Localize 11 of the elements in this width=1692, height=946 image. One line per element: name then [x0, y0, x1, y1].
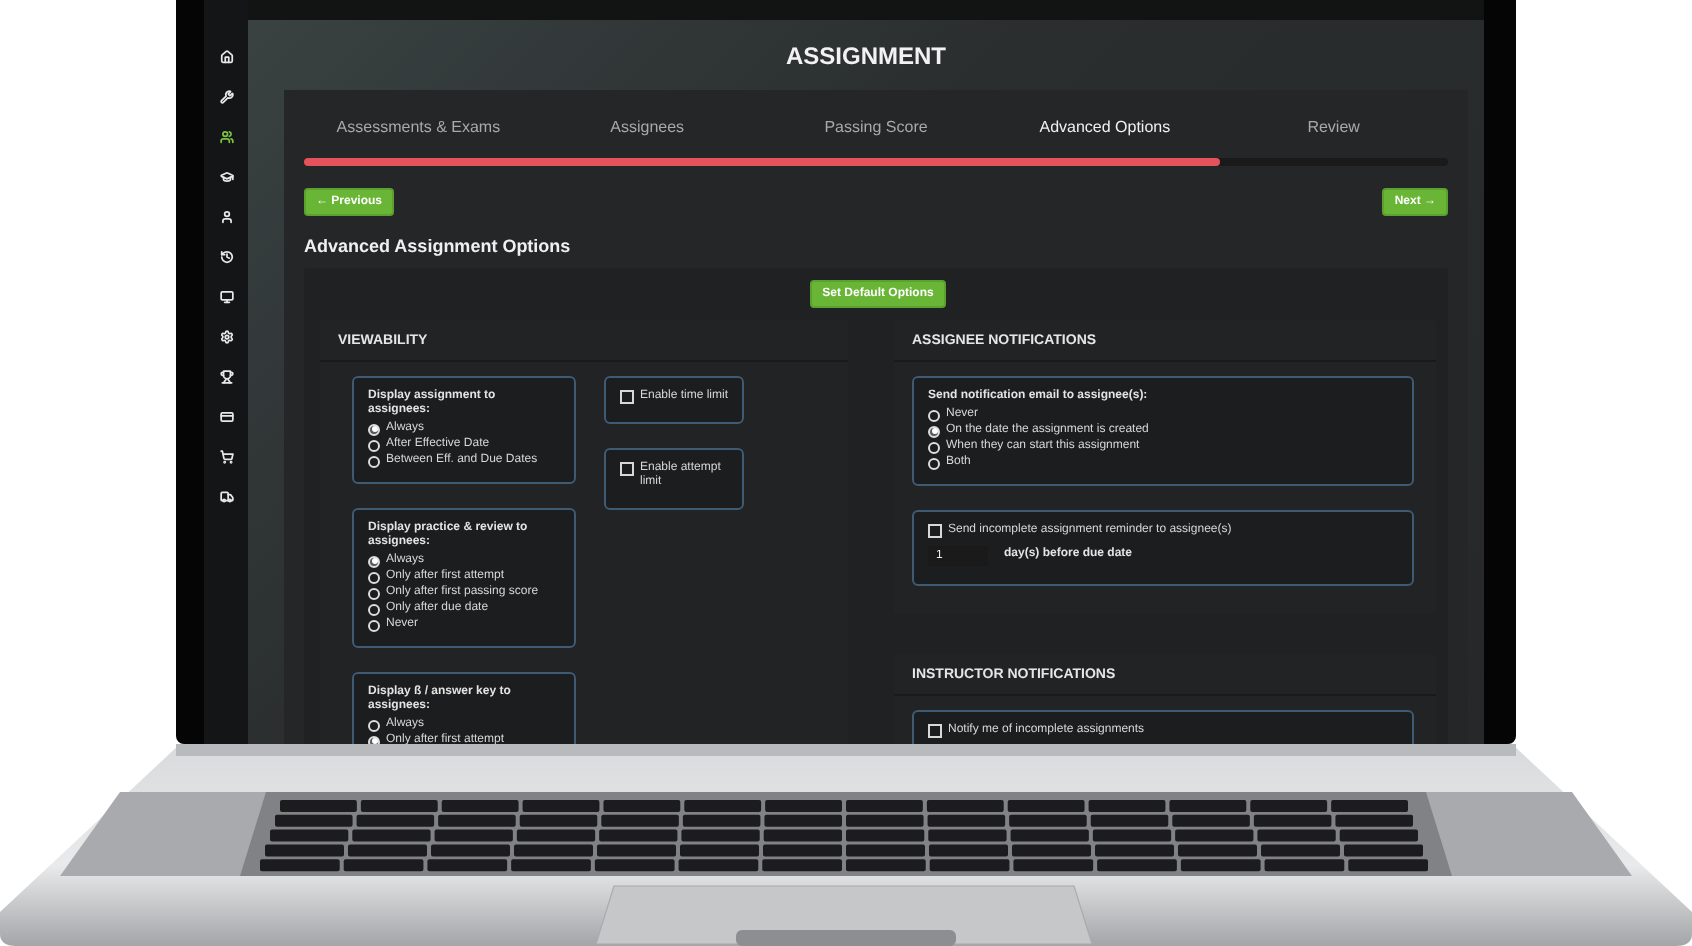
checkbox-icon: [928, 524, 942, 538]
step-tab[interactable]: Advanced Options: [990, 106, 1220, 146]
checkbox-icon: [620, 462, 634, 476]
section-title: Advanced Assignment Options: [304, 234, 573, 260]
page-title: ASSIGNMENT: [785, 41, 946, 69]
checkbox-icon: [620, 390, 634, 404]
step-tab[interactable]: Passing Score: [761, 106, 991, 146]
step-tab[interactable]: Assessments & Exams: [304, 106, 533, 146]
step-tab[interactable]: Assignees: [532, 106, 762, 146]
checkbox-icon: [928, 724, 942, 738]
step-tab[interactable]: Review: [1219, 106, 1449, 146]
